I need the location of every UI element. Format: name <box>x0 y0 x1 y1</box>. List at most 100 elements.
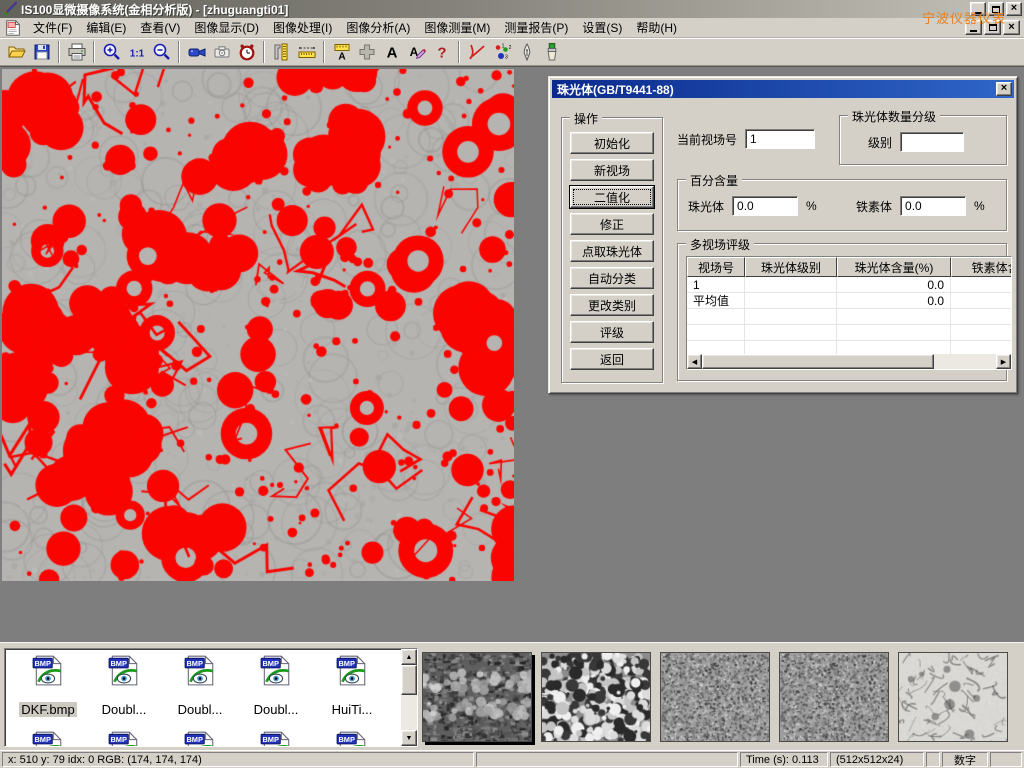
save-button[interactable] <box>29 40 54 64</box>
one-to-one-button[interactable]: 1:1 <box>124 40 149 64</box>
close-button[interactable]: × <box>1006 2 1022 16</box>
annotate-button[interactable]: A <box>404 40 429 64</box>
help-button[interactable]: ? <box>429 40 454 64</box>
file-browser[interactable]: BMPDKF.bmpBMPDoubl...BMPDoubl...BMPDoubl… <box>4 648 418 747</box>
caliper-button[interactable] <box>269 40 294 64</box>
grid-icon <box>357 42 377 62</box>
svg-text:?: ? <box>437 44 446 61</box>
zoom-out-button[interactable] <box>149 40 174 64</box>
hscroll-thumb[interactable] <box>702 354 934 369</box>
pearlite-percent-input[interactable]: 0.0 <box>732 196 798 216</box>
svg-text:1:1: 1:1 <box>129 48 144 59</box>
op-button-0[interactable]: 初始化 <box>570 132 654 154</box>
current-view-label: 当前视场号 <box>677 131 737 148</box>
file-item-4[interactable]: BMPHuiTi... <box>315 653 389 717</box>
file-item-row2-4[interactable]: BMP <box>315 729 389 747</box>
thumbnail-4[interactable] <box>898 652 1008 742</box>
restore-button[interactable] <box>988 2 1004 16</box>
thumbnail-0[interactable] <box>422 652 532 742</box>
table-row-1[interactable]: 平均值0.0 <box>687 293 1011 309</box>
open-button[interactable] <box>4 40 29 64</box>
svg-text:1: 1 <box>501 43 504 49</box>
file-item-1[interactable]: BMPDoubl... <box>87 653 161 717</box>
scroll-left-icon[interactable]: ◀ <box>687 354 702 369</box>
op-button-2[interactable]: 二值化 <box>570 186 654 208</box>
op-button-1[interactable]: 新视场 <box>570 159 654 181</box>
ruler-button[interactable] <box>294 40 319 64</box>
grid-button[interactable] <box>354 40 379 64</box>
thumbnail-1[interactable] <box>541 652 651 742</box>
file-item-2[interactable]: BMPDoubl... <box>163 653 237 717</box>
menu-item-9[interactable]: 帮助(H) <box>629 17 684 38</box>
child-minimize-button[interactable] <box>965 20 982 35</box>
table-header-3: 铁素体含量(%) <box>951 257 1012 277</box>
thumbnail-3[interactable] <box>779 652 889 742</box>
menu-item-1[interactable]: 编辑(E) <box>79 17 133 38</box>
multiview-table[interactable]: 视场号珠光体级别珠光体含量(%)铁素体含量(%)10.0平均值0.0◀▶ <box>686 256 1012 370</box>
text-button[interactable]: A <box>379 40 404 64</box>
menu-item-7[interactable]: 测量报告(P) <box>497 17 575 38</box>
scroll-down-icon[interactable]: ▼ <box>401 730 417 746</box>
menu-item-2[interactable]: 查看(V) <box>133 17 187 38</box>
ferrite-percent-input[interactable]: 0.0 <box>900 196 966 216</box>
menu-item-5[interactable]: 图像分析(A) <box>339 17 417 38</box>
dialog-title-bar[interactable]: 珠光体(GB/T9441-88) × <box>552 80 1014 98</box>
file-item-row2-1[interactable]: BMP <box>87 729 161 747</box>
minimize-button[interactable] <box>970 2 986 16</box>
file-item-row2-2[interactable]: BMP <box>163 729 237 747</box>
toolbar-separator <box>458 41 460 63</box>
table-row-0[interactable]: 10.0 <box>687 277 1011 293</box>
title-bar: IS100显微摄像系统(金相分析版) - [zhuguangti01] × <box>0 0 1024 18</box>
text-icon: A <box>382 42 402 62</box>
document-icon[interactable] <box>4 19 22 37</box>
vscroll-thumb[interactable] <box>401 665 417 695</box>
table-cell <box>745 309 837 324</box>
measure-text-button[interactable]: A <box>329 40 354 64</box>
table-hscrollbar[interactable]: ◀▶ <box>687 354 1011 369</box>
scroll-up-icon[interactable]: ▲ <box>401 649 417 665</box>
menu-item-8[interactable]: 设置(S) <box>575 17 629 38</box>
toolbar-separator <box>93 41 95 63</box>
op-button-3[interactable]: 修正 <box>570 213 654 235</box>
bmp-file-icon: BMP <box>32 653 64 687</box>
video-camera-button[interactable] <box>184 40 209 64</box>
grade-input[interactable] <box>900 132 964 152</box>
metallographic-image[interactable] <box>2 69 514 581</box>
current-view-input[interactable]: 1 <box>745 129 815 149</box>
file-item-0[interactable]: BMPDKF.bmp <box>11 653 85 717</box>
child-restore-button[interactable] <box>984 20 1001 35</box>
table-row-2[interactable] <box>687 309 1011 325</box>
zoom-in-button[interactable] <box>99 40 124 64</box>
zoom-in-icon <box>102 42 122 62</box>
op-button-4[interactable]: 点取珠光体 <box>570 240 654 262</box>
brush-button[interactable] <box>539 40 564 64</box>
menu-item-3[interactable]: 图像显示(D) <box>187 17 266 38</box>
thumbnail-2[interactable] <box>660 652 770 742</box>
op-button-7[interactable]: 评级 <box>570 321 654 343</box>
child-close-button[interactable]: × <box>1003 20 1020 35</box>
pen-icon <box>517 42 537 62</box>
svg-text:BMP: BMP <box>34 735 51 744</box>
ruler-icon <box>297 42 317 62</box>
scroll-right-icon[interactable]: ▶ <box>996 354 1011 369</box>
curve-button[interactable] <box>464 40 489 64</box>
timer-button[interactable] <box>234 40 259 64</box>
file-item-row2-0[interactable]: BMP <box>11 729 85 747</box>
multiview-group-label: 多视场评级 <box>686 236 754 253</box>
print-button[interactable] <box>64 40 89 64</box>
menu-item-6[interactable]: 图像测量(M) <box>417 17 497 38</box>
file-browser-vscrollbar[interactable]: ▲▼ <box>401 649 417 746</box>
pen-button[interactable] <box>514 40 539 64</box>
menu-item-0[interactable]: 文件(F) <box>26 17 79 38</box>
count-points-button[interactable]: 123 <box>489 40 514 64</box>
file-item-3[interactable]: BMPDoubl... <box>239 653 313 717</box>
menu-item-4[interactable]: 图像处理(I) <box>266 17 339 38</box>
table-header-0: 视场号 <box>687 257 745 277</box>
op-button-8[interactable]: 返回 <box>570 348 654 370</box>
table-row-3[interactable] <box>687 325 1011 341</box>
op-button-6[interactable]: 更改类别 <box>570 294 654 316</box>
dialog-close-icon[interactable]: × <box>996 82 1012 96</box>
file-item-row2-3[interactable]: BMP <box>239 729 313 747</box>
camera-button[interactable] <box>209 40 234 64</box>
op-button-5[interactable]: 自动分类 <box>570 267 654 289</box>
